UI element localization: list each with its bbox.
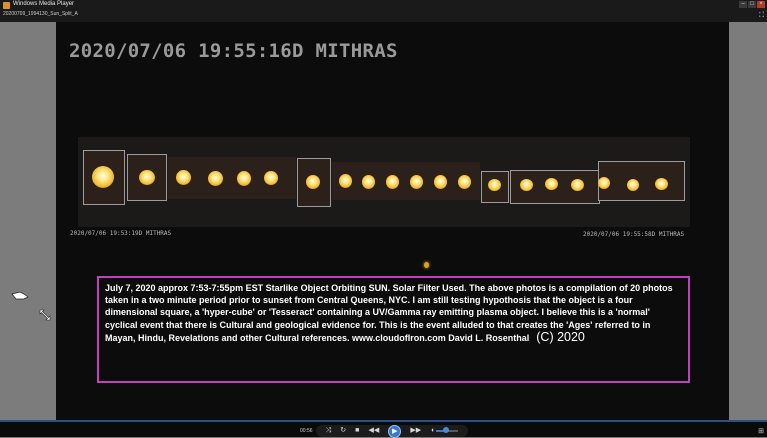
sun-image [655,178,668,190]
fullscreen-icon[interactable]: ⛶ [759,12,764,20]
light-point [424,262,429,268]
sun-image [92,166,114,188]
file-title: 20200709_1994130_Sun_Split_A [3,11,78,17]
hand-cursor-icon [11,291,29,300]
sun-image [458,175,471,189]
sun-image [306,175,320,189]
start-timestamp: 2020/07/06 19:53:19D MITHRAS [70,230,172,237]
sun-image [139,170,155,185]
photo-frame [598,161,685,201]
sun-image [545,178,558,190]
sun-photo-strip [78,137,690,227]
previous-icon[interactable]: ◀◀ [368,426,379,436]
play-button[interactable]: ▶ [388,424,402,438]
sun-image [339,174,352,188]
title-bar[interactable]: Windows Media Player 20200709_1994130_Su… [0,0,767,22]
volume-slider[interactable] [436,427,459,433]
sun-image [488,179,501,191]
sun-image [598,177,610,189]
repeat-icon[interactable]: ↻ [340,426,346,436]
sun-image [571,179,584,191]
mute-icon[interactable]: ◖ [430,426,434,436]
resize-cursor-icon [39,309,51,321]
copyright-text: (C) 2020 [536,329,585,344]
caption-box: July 7, 2020 approx 7:53-7:55pm EST Star… [97,276,690,383]
sun-image [176,170,191,185]
sun-image [237,171,251,186]
transport-controls: ⤨ ↻ ■ ◀◀ ▶ ▶▶ ◖ [316,424,468,438]
shuffle-icon[interactable]: ⤨ [326,426,332,436]
sun-image [520,179,533,191]
letterbox-left [0,22,56,420]
close-icon[interactable]: × [757,1,765,8]
video-timestamp: 2020/07/06 19:55:16D MITHRAS [69,40,398,62]
letterbox-right [729,22,767,420]
video-frame[interactable]: 2020/07/06 19:55:16D MITHRAS 2020/07/06 … [56,22,729,420]
switch-to-library-icon[interactable]: ⊞ [758,427,764,435]
sun-image [434,175,447,189]
sun-image [386,175,399,189]
minimize-icon[interactable]: – [739,1,747,8]
window-controls: – □ × [739,1,765,8]
elapsed-time: 00:56 [300,428,313,434]
caption-body: July 7, 2020 approx 7:53-7:55pm EST Star… [105,283,673,343]
maximize-icon[interactable]: □ [748,1,756,8]
stop-icon[interactable]: ■ [355,426,359,436]
caption-text: July 7, 2020 approx 7:53-7:55pm EST Star… [105,282,682,344]
media-player-window: Windows Media Player 20200709_1994130_Su… [0,0,767,438]
sun-image [362,175,375,189]
play-icon: ▶ [392,427,398,435]
app-title: Windows Media Player [13,1,75,7]
volume-control: ◖ [430,426,459,436]
player-controls: 00:56 ⤨ ↻ ■ ◀◀ ▶ ▶▶ ◖ ⊞ [0,420,767,438]
next-icon[interactable]: ▶▶ [410,426,421,436]
volume-knob[interactable] [443,427,450,433]
sun-image [208,171,223,186]
end-timestamp: 2020/07/06 19:55:58D MITHRAS [583,231,685,238]
media-player-icon [3,2,10,9]
sun-image [264,171,278,185]
seek-bar[interactable] [0,420,767,422]
sun-image [410,175,423,189]
sun-image [627,179,639,191]
